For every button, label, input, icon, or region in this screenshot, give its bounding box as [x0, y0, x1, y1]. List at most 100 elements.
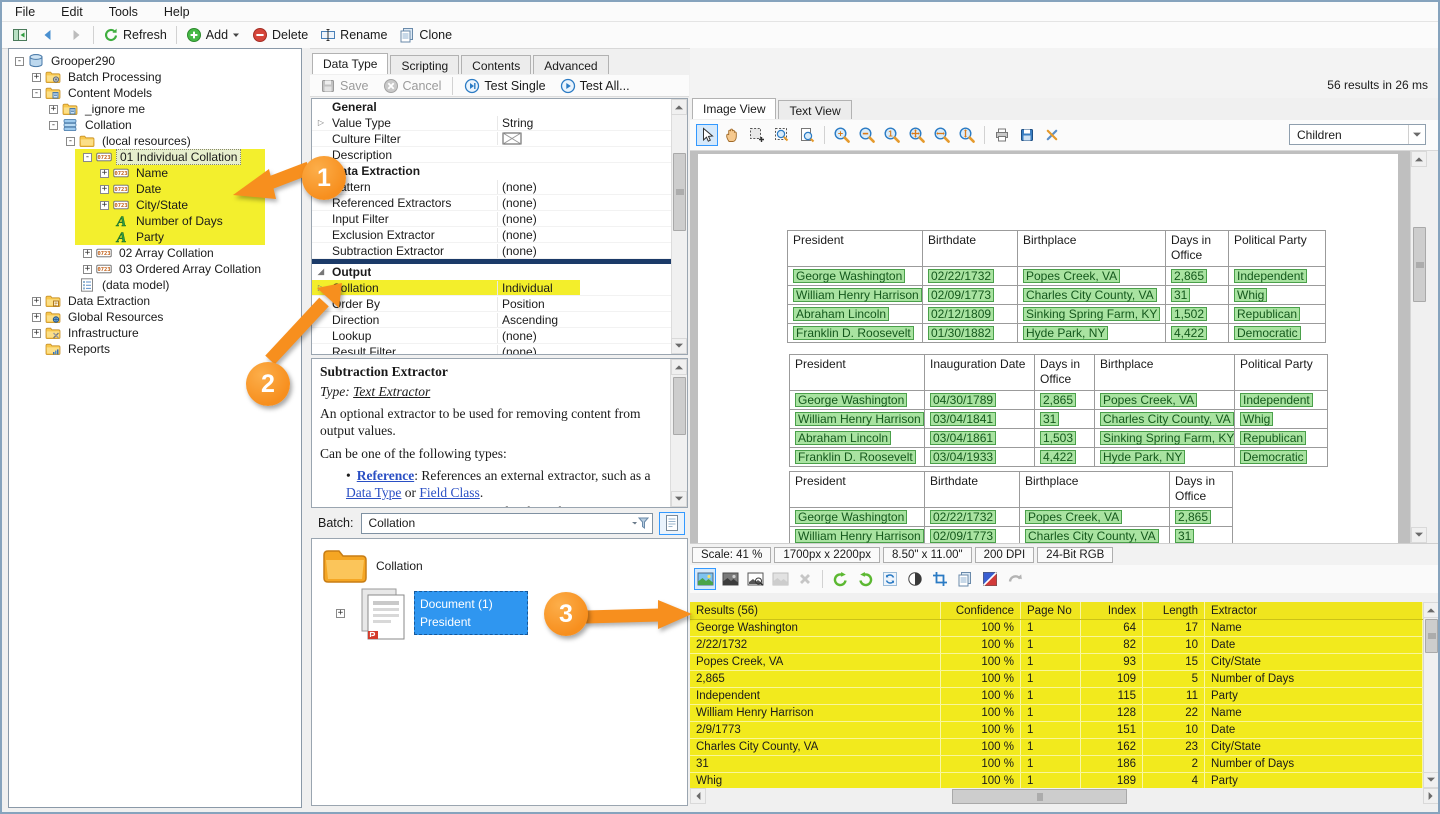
tree-node-date[interactable]: +0723Date	[9, 181, 301, 197]
copy-pages-icon[interactable]	[954, 568, 976, 590]
test-all-button[interactable]: Test All...	[554, 76, 636, 96]
tree-node-batch-processing[interactable]: +Batch Processing	[9, 69, 301, 85]
image-color-icon[interactable]	[694, 568, 716, 590]
expand-toggle[interactable]: +	[83, 249, 92, 258]
property-row-exclusion-extractor[interactable]: Exclusion Extractor(none)	[312, 227, 687, 243]
tree-node-01-individual-collation[interactable]: -072301 Individual Collation	[9, 149, 301, 165]
print-icon[interactable]	[991, 124, 1013, 146]
tab-advanced[interactable]: Advanced	[533, 55, 608, 74]
document-item[interactable]: Document (1) President Tables.pdf	[414, 591, 528, 635]
expand-toggle[interactable]: +	[100, 169, 109, 178]
tab-contents[interactable]: Contents	[461, 55, 531, 74]
tree-node-02-array-collation[interactable]: +072302 Array Collation	[9, 245, 301, 261]
scroll-up-button[interactable]	[671, 99, 687, 115]
document-thumbnail[interactable]	[356, 587, 414, 641]
results-row[interactable]: 31100 %11862Number of Days	[690, 756, 1423, 773]
image-disabled-icon[interactable]	[769, 568, 791, 590]
zoom-out-icon[interactable]	[856, 124, 878, 146]
scrollbar-thumb[interactable]	[1413, 227, 1426, 302]
add-button[interactable]: Add	[180, 25, 246, 45]
property-value[interactable]: Ascending	[497, 313, 687, 327]
property-row-result-filter[interactable]: Result Filter(none)	[312, 344, 687, 355]
rename-button[interactable]: Rename	[314, 25, 393, 45]
tab-scripting[interactable]: Scripting	[390, 55, 459, 74]
expand-toggle[interactable]: -	[66, 137, 75, 146]
zoom-fit-icon[interactable]	[906, 124, 928, 146]
expand-toggle[interactable]: -	[15, 57, 24, 66]
pointer-icon[interactable]	[696, 124, 718, 146]
property-category-output[interactable]: ◢Output	[312, 264, 687, 280]
property-value[interactable]: (none)	[497, 345, 687, 356]
expand-toggle[interactable]: +	[83, 265, 92, 274]
scroll-down-button[interactable]	[1423, 772, 1439, 788]
expand-toggle[interactable]: +	[49, 105, 58, 114]
scroll-down-button[interactable]	[671, 491, 687, 507]
property-row-direction[interactable]: DirectionAscending	[312, 312, 687, 328]
tree-node-reports[interactable]: Reports	[9, 341, 301, 357]
save-button[interactable]: Save	[314, 76, 375, 96]
tree-node-party[interactable]: AParty	[9, 229, 301, 245]
results-hscrollbar[interactable]	[690, 789, 1439, 804]
property-grid-scrollbar[interactable]	[671, 99, 687, 354]
results-row[interactable]: George Washington100 %16417Name	[690, 620, 1423, 637]
expand-toggle[interactable]: +	[100, 185, 109, 194]
invert-icon[interactable]	[979, 568, 1001, 590]
results-row[interactable]: Independent100 %111511Party	[690, 688, 1423, 705]
help-type-link[interactable]: Text Extractor	[353, 384, 430, 399]
tree-node-number-of-days[interactable]: ANumber of Days	[9, 213, 301, 229]
contrast-icon[interactable]	[904, 568, 926, 590]
rotate-ccw-icon[interactable]	[829, 568, 851, 590]
scroll-up-button[interactable]	[1423, 602, 1439, 618]
select-region-icon[interactable]	[746, 124, 768, 146]
property-row-order-by[interactable]: Order ByPosition	[312, 296, 687, 312]
zoom-actual-icon[interactable]: 1	[881, 124, 903, 146]
menu-edit[interactable]: Edit	[48, 3, 96, 21]
menu-file[interactable]: File	[2, 3, 48, 21]
tree-node-collation[interactable]: -Collation	[9, 117, 301, 133]
help-link[interactable]: Text Pattern	[357, 504, 429, 508]
tab-image-view[interactable]: Image View	[692, 98, 776, 119]
property-value[interactable]: (none)	[497, 180, 687, 194]
property-row-pattern[interactable]: Pattern(none)	[312, 179, 687, 195]
scroll-up-button[interactable]	[671, 359, 687, 375]
property-value[interactable]: (none)	[497, 228, 687, 242]
tab-text-view[interactable]: Text View	[778, 100, 851, 119]
scrollbar-thumb[interactable]	[1425, 619, 1438, 653]
property-value[interactable]	[497, 132, 687, 145]
property-value[interactable]: Individual	[497, 281, 687, 295]
property-row-culture-filter[interactable]: Culture Filter	[312, 131, 687, 147]
property-category-general[interactable]: General	[312, 99, 687, 115]
expand-toggle[interactable]: +	[32, 73, 41, 82]
batch-folder-label[interactable]: Collation	[376, 559, 423, 573]
property-expander-icon[interactable]: ▷	[312, 115, 330, 131]
zoom-fit-width-icon[interactable]	[931, 124, 953, 146]
view-document-button[interactable]	[659, 512, 685, 535]
expand-toggle[interactable]: -	[32, 89, 41, 98]
property-expander-icon[interactable]: ▷	[312, 280, 330, 296]
save-image-icon[interactable]	[1016, 124, 1038, 146]
results-row[interactable]: Charles City County, VA100 %116223City/S…	[690, 739, 1423, 756]
image-gray-icon[interactable]	[719, 568, 741, 590]
property-row-input-filter[interactable]: Input Filter(none)	[312, 211, 687, 227]
batch-folder-icon[interactable]	[322, 545, 368, 585]
tree-node-global-resources[interactable]: +Global Resources	[9, 309, 301, 325]
tree-node-content-models[interactable]: -Content Models	[9, 85, 301, 101]
property-value[interactable]: String	[497, 116, 687, 130]
help-link[interactable]: Field Class	[419, 485, 479, 500]
cancel-button[interactable]: Cancel	[377, 76, 448, 96]
expand-toggle[interactable]: -	[49, 121, 58, 130]
property-row-referenced-extractors[interactable]: Referenced Extractors(none)	[312, 195, 687, 211]
back-button[interactable]	[34, 25, 62, 45]
expand-toggle[interactable]: +	[100, 201, 109, 210]
category-expander-icon[interactable]: ◢	[312, 264, 330, 280]
property-row-value-type[interactable]: ▷Value TypeString	[312, 115, 687, 131]
nav-panel-button[interactable]	[6, 25, 34, 45]
tree-node-grooper290[interactable]: -Grooper290	[9, 53, 301, 69]
results-row[interactable]: Whig100 %11894Party	[690, 773, 1423, 788]
property-row-collation[interactable]: ▷CollationIndividual	[312, 280, 687, 296]
children-dropdown[interactable]: Children	[1289, 124, 1426, 145]
zoom-region-icon[interactable]	[771, 124, 793, 146]
settings-tools-icon[interactable]	[1041, 124, 1063, 146]
results-row[interactable]: 2/22/1732100 %18210Date	[690, 637, 1423, 654]
tree-node--data-model-[interactable]: (data model)	[9, 277, 301, 293]
